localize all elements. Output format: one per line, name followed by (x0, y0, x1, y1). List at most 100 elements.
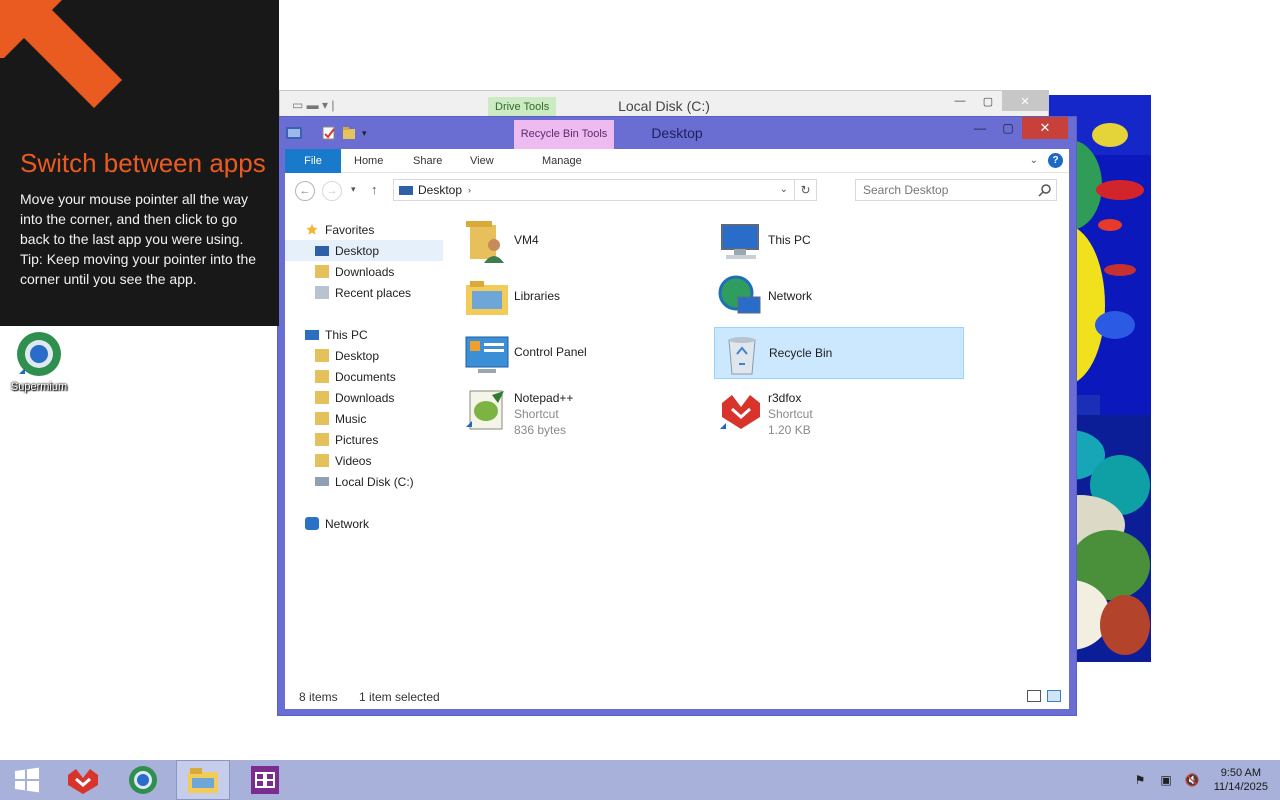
file-this-pc[interactable]: This PC (714, 215, 964, 267)
ribbon-tabs: File Home Share View Manage ⌄ ? (285, 149, 1069, 173)
nav-music[interactable]: Music (285, 408, 443, 429)
file-network[interactable]: Network (714, 271, 964, 323)
details-view-icon[interactable] (1027, 690, 1041, 702)
address-path[interactable]: Desktop (418, 183, 462, 197)
recycle-bin-icon (728, 337, 756, 375)
file-list: VM4 This PC Libraries Network Control Pa… (460, 207, 1069, 685)
status-bar: 8 items 1 item selected (285, 685, 1069, 709)
nav-downloads[interactable]: Downloads (285, 261, 443, 282)
nav-recent-places[interactable]: Recent places (285, 282, 443, 303)
folder-icon (315, 433, 329, 446)
taskbar-r3dfox[interactable] (56, 760, 110, 800)
star-icon (306, 223, 318, 235)
file-vm4[interactable]: VM4 (460, 215, 710, 267)
recent-places-icon (315, 286, 329, 299)
supermium-icon (17, 332, 61, 376)
close-icon[interactable]: ✕ (1002, 91, 1048, 111)
tab-file[interactable]: File (285, 149, 341, 173)
visual-studio-icon (251, 766, 279, 794)
address-bar[interactable]: Desktop › ⌄ ↻ (393, 179, 817, 201)
large-icons-view-icon[interactable] (1047, 690, 1061, 702)
minimize-icon[interactable]: — (946, 91, 974, 111)
r3dfox-icon (720, 395, 760, 429)
folder-icon (315, 349, 329, 362)
back-arrow-icon[interactable]: ← (295, 181, 315, 201)
window-titlebar[interactable]: ▾ Recycle Bin Tools Desktop — ▢ ✕ (278, 117, 1076, 149)
nav-label: This PC (325, 327, 368, 342)
tab-view[interactable]: View (470, 149, 494, 173)
nav-label: Local Disk (C:) (335, 474, 414, 489)
nav-local-disk[interactable]: Local Disk (C:) (285, 471, 443, 492)
folder-icon (315, 370, 329, 383)
new-folder-icon[interactable] (342, 126, 356, 140)
file-r3dfox[interactable]: r3dfox Shortcut 1.20 KB (714, 383, 964, 437)
window-title: Desktop (651, 125, 703, 141)
forward-arrow-icon[interactable]: → (322, 181, 342, 201)
selection-status: 1 item selected (359, 690, 440, 704)
taskbar-supermium[interactable] (116, 760, 170, 800)
desktop-explorer-window[interactable]: ▾ Recycle Bin Tools Desktop — ▢ ✕ File H… (277, 116, 1077, 716)
file-notepadpp[interactable]: Notepad++ Shortcut 836 bytes (460, 383, 710, 437)
tip-body-line: Move your mouse pointer all the way into… (20, 191, 248, 247)
maximize-icon[interactable]: ▢ (974, 91, 1002, 111)
nav-network[interactable]: Network (285, 513, 443, 534)
folder-icon (315, 454, 329, 467)
taskbar: ⚑ ▣ 🔇 9:50 AM 11/14/2025 (0, 760, 1280, 800)
properties-icon[interactable] (322, 126, 336, 140)
file-recycle-bin[interactable]: Recycle Bin (714, 327, 964, 379)
nav-favorites[interactable]: Favorites (285, 219, 443, 240)
quick-access-toolbar[interactable]: ▾ (286, 126, 367, 140)
tab-share[interactable]: Share (413, 149, 442, 173)
computer-icon (721, 224, 759, 259)
refresh-icon[interactable]: ↻ (794, 180, 816, 200)
nav-pc-downloads[interactable]: Downloads (285, 387, 443, 408)
nav-this-pc[interactable]: This PC (285, 324, 443, 345)
nav-videos[interactable]: Videos (285, 450, 443, 471)
nav-label: Desktop (335, 243, 380, 258)
search-input[interactable] (855, 179, 1057, 201)
nav-label: Network (325, 516, 370, 531)
expand-ribbon-icon[interactable]: ⌄ (1030, 155, 1038, 166)
customize-toolbar-icon[interactable]: ▾ (362, 128, 367, 139)
file-libraries[interactable]: Libraries (460, 271, 710, 323)
file-name: Network (768, 289, 813, 303)
tab-home[interactable]: Home (354, 149, 383, 173)
nav-documents[interactable]: Documents (285, 366, 443, 387)
help-icon[interactable]: ? (1048, 153, 1063, 168)
tip-heading: Switch between apps (20, 148, 266, 178)
clock[interactable]: 9:50 AM 11/14/2025 (1214, 766, 1268, 794)
nav-pc-desktop[interactable]: Desktop (285, 345, 443, 366)
breadcrumb-chevron-icon[interactable]: › (468, 185, 471, 195)
desktop-icon-label: Supermium (10, 381, 68, 393)
address-dropdown-icon[interactable]: ⌄ (780, 184, 788, 195)
maximize-icon[interactable]: ▢ (994, 117, 1022, 139)
explorer-content: Favorites Desktop Downloads Recent place… (285, 207, 1069, 685)
file-control-panel[interactable]: Control Panel (460, 327, 710, 379)
tab-manage[interactable]: Manage (542, 149, 582, 173)
recent-locations-icon[interactable]: ▾ (351, 184, 356, 195)
close-icon[interactable]: ✕ (1022, 117, 1068, 139)
taskbar-file-explorer[interactable] (176, 760, 230, 800)
local-disk-titlebar[interactable]: ▭ ▬ ▾ | Drive Tools Local Disk (C:) — ▢ … (280, 91, 1048, 119)
up-arrow-icon[interactable]: ↑ (371, 182, 378, 197)
nav-label: Pictures (335, 432, 379, 447)
network-tray-icon[interactable]: ▣ (1158, 772, 1174, 788)
minimize-icon[interactable]: — (966, 117, 994, 139)
volume-muted-icon[interactable]: 🔇 (1184, 772, 1200, 788)
desktop-shortcut-supermium[interactable]: Supermium (6, 330, 72, 393)
search-icon[interactable] (1037, 182, 1053, 198)
drive-icon (315, 477, 329, 486)
recycle-bin-tools-tab[interactable]: Recycle Bin Tools (514, 120, 614, 149)
folder-icon (315, 391, 329, 404)
corner-arrow-icon (0, 0, 122, 108)
window-menu-icon[interactable] (286, 127, 302, 139)
start-button[interactable] (0, 760, 54, 800)
control-panel-icon (465, 336, 509, 373)
clock-date: 11/14/2025 (1213, 781, 1268, 793)
nav-desktop[interactable]: Desktop (285, 240, 443, 261)
action-center-icon[interactable]: ⚑ (1132, 772, 1148, 788)
nav-pictures[interactable]: Pictures (285, 429, 443, 450)
tip-body: Move your mouse pointer all the way into… (20, 189, 265, 289)
file-name: This PC (768, 233, 811, 247)
taskbar-visual-studio[interactable] (238, 760, 292, 800)
